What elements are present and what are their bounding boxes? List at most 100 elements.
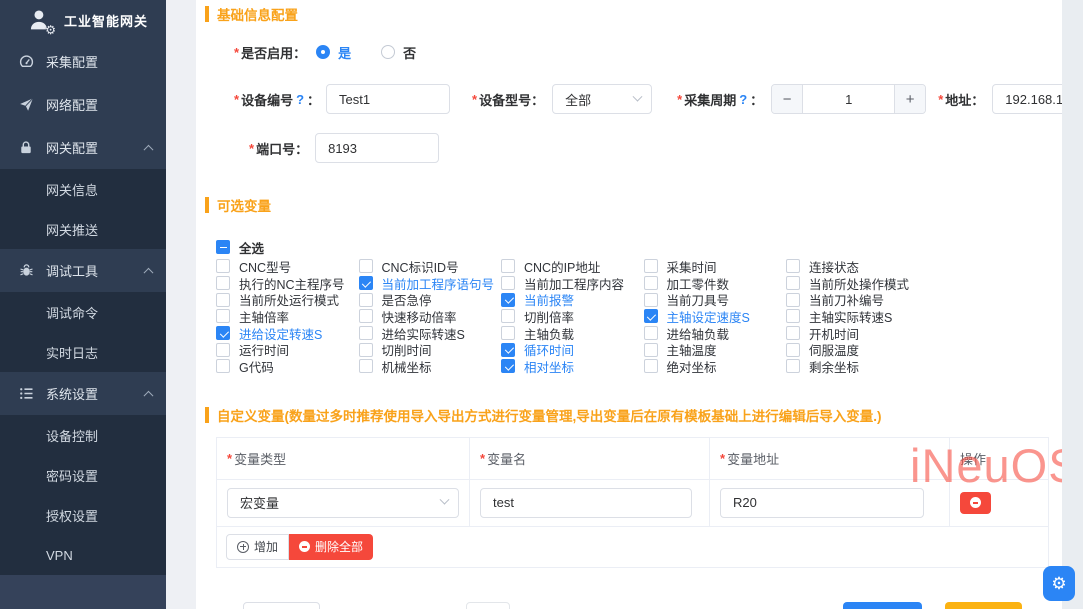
period-group: * 采集周期 ? ： − +	[677, 84, 926, 114]
chevron-down-icon	[440, 495, 450, 505]
bottom-partial-button-warning[interactable]	[945, 602, 1022, 609]
gear-icon: ⚙	[45, 23, 56, 37]
sidebar-item-system-settings[interactable]: 系统设置	[0, 372, 166, 415]
checkbox-icon[interactable]	[644, 309, 658, 323]
radio-unselected-icon[interactable]	[381, 45, 395, 59]
delete-all-button[interactable]: 删除全部	[289, 534, 373, 560]
checkbox-icon[interactable]	[216, 276, 230, 290]
port-row: * 端口号：	[249, 133, 1053, 163]
address-label: * 地址：	[938, 90, 984, 109]
device-no-label: * 设备编号 ? ：	[234, 90, 320, 109]
checkbox-icon[interactable]	[644, 276, 658, 290]
checkbox-icon[interactable]	[501, 276, 515, 290]
checkbox-icon[interactable]	[501, 359, 515, 373]
checkbox-icon[interactable]	[786, 309, 800, 323]
checkbox-icon[interactable]	[786, 276, 800, 290]
checkbox-icon[interactable]	[216, 359, 230, 373]
period-label: * 采集周期 ? ：	[677, 90, 763, 109]
checkbox-icon[interactable]	[501, 326, 515, 340]
bottom-partial-button-1[interactable]	[243, 602, 320, 609]
help-icon[interactable]: ?	[739, 92, 747, 107]
checkbox-icon[interactable]	[786, 343, 800, 357]
app-title: 工业智能网关	[64, 11, 148, 30]
section-title-basic: 基础信息配置	[205, 0, 1053, 24]
period-value-input[interactable]	[803, 85, 894, 113]
port-label: * 端口号：	[249, 139, 308, 158]
variable-checkbox-item[interactable]: 剩余坐标	[786, 357, 929, 376]
sidebar-item-debug-tools[interactable]: 调试工具	[0, 249, 166, 292]
port-input[interactable]	[315, 133, 439, 163]
checkbox-icon[interactable]	[501, 293, 515, 307]
checkbox-icon[interactable]	[786, 259, 800, 273]
sidebar-item-gateway-push[interactable]: 网关推送	[0, 209, 166, 249]
variable-checkbox-item[interactable]: 绝对坐标	[644, 357, 787, 376]
app-logo: ⚙ 工业智能网关	[0, 0, 166, 40]
checkbox-icon[interactable]	[501, 343, 515, 357]
variable-name-input[interactable]	[480, 488, 692, 518]
sidebar-item-gateway-config[interactable]: 网关配置	[0, 126, 166, 169]
sidebar-item-device-control[interactable]: 设备控制	[0, 415, 166, 455]
checkbox-icon[interactable]	[786, 359, 800, 373]
checkbox-icon[interactable]	[786, 326, 800, 340]
checkbox-icon[interactable]	[786, 293, 800, 307]
checkbox-icon[interactable]	[644, 293, 658, 307]
sidebar-item-auth-settings[interactable]: 授权设置	[0, 495, 166, 535]
stepper-minus-button[interactable]: −	[772, 85, 803, 113]
checkbox-icon[interactable]	[644, 359, 658, 373]
bottom-partial-button-2[interactable]	[466, 602, 510, 609]
sidebar-item-password-settings[interactable]: 密码设置	[0, 455, 166, 495]
radio-option-yes[interactable]: 是	[316, 43, 351, 62]
device-model-select[interactable]: 全部	[552, 84, 652, 114]
sidebar-item-realtime-log[interactable]: 实时日志	[0, 332, 166, 372]
checkbox-icon[interactable]	[216, 309, 230, 323]
checkbox-icon[interactable]	[501, 309, 515, 323]
plus-circle-icon	[237, 541, 249, 553]
delete-row-button[interactable]	[960, 492, 991, 514]
checkbox-icon[interactable]	[644, 343, 658, 357]
sidebar-item-network-config[interactable]: 网络配置	[0, 83, 166, 126]
variable-checkbox-item[interactable]: 相对坐标	[501, 357, 644, 376]
table-row: 宏变量	[217, 480, 1048, 527]
table-header-cell: *变量地址	[710, 438, 950, 479]
checkbox-icon[interactable]	[216, 343, 230, 357]
checkbox-icon[interactable]	[644, 326, 658, 340]
device-no-input[interactable]	[326, 84, 450, 114]
select-all-row[interactable]: 全选	[216, 239, 1053, 255]
radio-option-no[interactable]: 否	[381, 43, 416, 62]
variable-type-select[interactable]: 宏变量	[227, 488, 459, 518]
checkbox-icon[interactable]	[359, 359, 373, 373]
checkbox-icon[interactable]	[359, 343, 373, 357]
stepper-plus-button[interactable]: +	[894, 85, 925, 113]
checkbox-icon[interactable]	[216, 259, 230, 273]
gear-icon: ⚙	[1051, 574, 1066, 594]
bottom-partial-button-primary[interactable]	[843, 602, 922, 609]
chevron-up-icon	[144, 390, 154, 400]
sidebar-item-debug-command[interactable]: 调试命令	[0, 292, 166, 332]
checkbox-icon[interactable]	[359, 293, 373, 307]
checkbox-icon[interactable]	[359, 326, 373, 340]
section-bar	[205, 6, 209, 22]
select-all-checkbox[interactable]	[216, 240, 230, 254]
checkbox-icon[interactable]	[644, 259, 658, 273]
chevron-down-icon	[633, 91, 643, 101]
checkbox-icon[interactable]	[216, 293, 230, 307]
scrollbar[interactable]	[1062, 0, 1083, 609]
sidebar-item-vpn[interactable]: VPN	[0, 535, 166, 575]
add-row-button[interactable]: 增加	[226, 534, 289, 560]
radio-selected-icon[interactable]	[316, 45, 330, 59]
checkbox-icon[interactable]	[216, 326, 230, 340]
checkbox-icon[interactable]	[501, 259, 515, 273]
sidebar: ⚙ 工业智能网关 采集配置网络配置网关配置网关信息网关推送调试工具调试命令实时日…	[0, 0, 166, 609]
sidebar-item-collection-config[interactable]: 采集配置	[0, 40, 166, 83]
sidebar-item-gateway-info[interactable]: 网关信息	[0, 169, 166, 209]
table-header-cell: *变量名	[470, 438, 710, 479]
help-icon[interactable]: ?	[296, 92, 304, 107]
settings-fab[interactable]: ⚙	[1043, 566, 1075, 601]
variable-address-input[interactable]	[720, 488, 924, 518]
checkbox-icon[interactable]	[359, 309, 373, 323]
variable-checkbox-item[interactable]: G代码	[216, 357, 359, 376]
variable-checkbox-item[interactable]: 机械坐标	[359, 357, 502, 376]
checkbox-icon[interactable]	[359, 276, 373, 290]
chevron-up-icon	[144, 267, 154, 277]
checkbox-icon[interactable]	[359, 259, 373, 273]
